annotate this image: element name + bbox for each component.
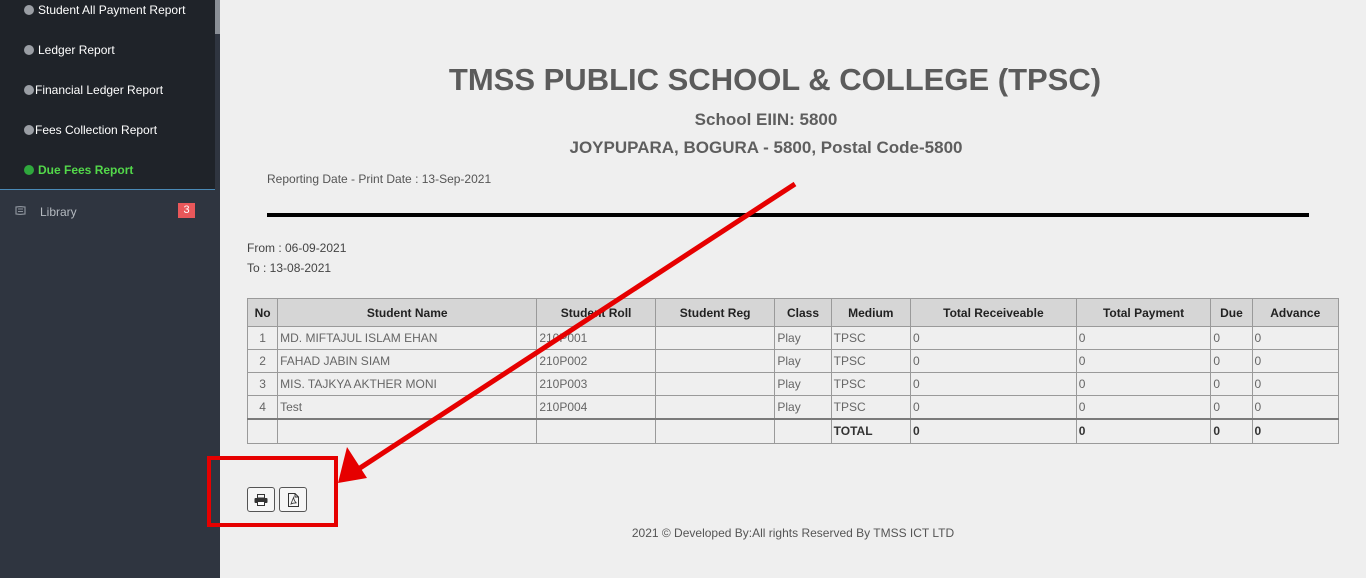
menu-label: Ledger Report — [38, 43, 115, 57]
column-header: Medium — [830, 298, 912, 327]
cell-student-reg — [654, 372, 776, 396]
menu-fees-collection-report[interactable]: Fees Collection Report — [24, 120, 157, 140]
bullet-icon — [24, 85, 34, 95]
cell-student-roll: 210P004 — [536, 395, 656, 420]
cell-advance: 0 — [1251, 395, 1340, 420]
cell-medium: TPSC — [830, 326, 912, 350]
bullet-icon — [24, 165, 34, 175]
sidebar: Student All Payment Report Ledger Report… — [0, 0, 220, 578]
menu-label: Student All Payment Report — [38, 3, 186, 17]
menu-due-fees-report[interactable]: Due Fees Report — [24, 160, 133, 180]
column-header: Total Payment — [1075, 298, 1212, 327]
cell-no: 1 — [246, 326, 279, 350]
date-from: From : 06-09-2021 — [247, 241, 347, 255]
column-header: Student Roll — [536, 298, 656, 327]
cell-empty — [774, 417, 832, 444]
due-fees-table: No Student Name Student Roll Student Reg… — [246, 298, 1340, 444]
bullet-icon — [24, 45, 34, 55]
cell-student-roll: 210P002 — [536, 349, 656, 373]
column-header: Class — [774, 298, 832, 327]
cell-total-payment: 0 — [1075, 372, 1212, 396]
menu-financial-ledger-report[interactable]: Financial Ledger Report — [24, 80, 163, 100]
cell-medium: TPSC — [830, 349, 912, 373]
cell-no: 3 — [246, 372, 279, 396]
column-header: Student Name — [277, 298, 538, 327]
total-receivable: 0 — [910, 417, 1077, 444]
cell-student-roll: 210P003 — [536, 372, 656, 396]
total-advance: 0 — [1251, 417, 1340, 444]
cell-advance: 0 — [1251, 349, 1340, 373]
table-row: 3 MIS. TAJKYA AKTHER MONI 210P003 Play T… — [246, 372, 1340, 396]
cell-class: Play — [774, 395, 832, 420]
highlight-box — [207, 456, 338, 527]
school-eiin: School EIIN: 5800 — [694, 110, 838, 129]
column-header: No — [246, 298, 279, 327]
total-due: 0 — [1210, 417, 1253, 444]
menu-label: Fees Collection Report — [35, 123, 158, 137]
book-icon — [15, 206, 26, 215]
cell-advance: 0 — [1251, 372, 1340, 396]
cell-total-receivable: 0 — [910, 326, 1077, 350]
cell-empty — [246, 417, 279, 444]
cell-empty — [654, 417, 776, 444]
column-header: Student Reg — [654, 298, 776, 327]
cell-empty — [277, 417, 538, 444]
date-to: To : 13-08-2021 — [247, 261, 332, 275]
table-header-row: No Student Name Student Roll Student Reg… — [246, 298, 1340, 327]
menu-label: Financial Ledger Report — [35, 83, 164, 97]
column-header: Advance — [1251, 298, 1340, 327]
cell-total-receivable: 0 — [910, 372, 1077, 396]
cell-student-roll: 210P001 — [536, 326, 656, 350]
menu-divider — [0, 189, 215, 190]
cell-student-reg — [654, 349, 776, 373]
cell-no: 4 — [246, 395, 279, 420]
cell-student-reg — [654, 395, 776, 420]
footer-copyright: 2021 © Developed By:All rights Reserved … — [631, 526, 955, 540]
cell-due: 0 — [1210, 326, 1253, 350]
cell-student-name: MIS. TAJKYA AKTHER MONI — [277, 372, 538, 396]
column-header: Due — [1210, 298, 1253, 327]
cell-empty — [536, 417, 656, 444]
cell-advance: 0 — [1251, 326, 1340, 350]
cell-medium: TPSC — [830, 372, 912, 396]
table-total-row: TOTAL 0 0 0 0 — [246, 417, 1340, 444]
menu-ledger-report[interactable]: Ledger Report — [24, 40, 115, 60]
reporting-date: Reporting Date - Print Date : 13-Sep-202… — [267, 172, 492, 186]
total-label: TOTAL — [830, 417, 912, 444]
cell-total-payment: 0 — [1075, 326, 1212, 350]
cell-no: 2 — [246, 349, 279, 373]
cell-student-name: Test — [277, 395, 538, 420]
sidebar-scrollbar[interactable] — [215, 0, 220, 34]
bullet-icon — [24, 5, 34, 15]
table-row: 2 FAHAD JABIN SIAM 210P002 Play TPSC 0 0… — [246, 349, 1340, 373]
sidebar-item-label: Library — [40, 205, 77, 219]
cell-total-payment: 0 — [1075, 349, 1212, 373]
school-name-title: TMSS PUBLIC SCHOOL & COLLEGE (TPSC) — [448, 62, 1102, 97]
header-divider — [267, 213, 1309, 217]
sidebar-item-library[interactable]: Library 3 — [0, 200, 215, 222]
school-address: JOYPUPARA, BOGURA - 5800, Postal Code-58… — [569, 138, 963, 157]
cell-total-receivable: 0 — [910, 395, 1077, 420]
cell-total-receivable: 0 — [910, 349, 1077, 373]
cell-due: 0 — [1210, 349, 1253, 373]
cell-class: Play — [774, 349, 832, 373]
menu-label: Due Fees Report — [38, 163, 134, 177]
table-row: 4 Test 210P004 Play TPSC 0 0 0 0 — [246, 395, 1340, 420]
cell-total-payment: 0 — [1075, 395, 1212, 420]
cell-student-reg — [654, 326, 776, 350]
cell-due: 0 — [1210, 395, 1253, 420]
cell-medium: TPSC — [830, 395, 912, 420]
cell-due: 0 — [1210, 372, 1253, 396]
cell-class: Play — [774, 326, 832, 350]
bullet-icon — [24, 125, 34, 135]
count-badge: 3 — [178, 203, 195, 218]
cell-student-name: MD. MIFTAJUL ISLAM EHAN — [277, 326, 538, 350]
table-row: 1 MD. MIFTAJUL ISLAM EHAN 210P001 Play T… — [246, 326, 1340, 350]
cell-class: Play — [774, 372, 832, 396]
total-payment: 0 — [1075, 417, 1212, 444]
column-header: Total Receiveable — [910, 298, 1077, 327]
reports-submenu: Student All Payment Report Ledger Report… — [0, 0, 215, 190]
menu-student-all-payment-report[interactable]: Student All Payment Report — [24, 0, 185, 20]
cell-student-name: FAHAD JABIN SIAM — [277, 349, 538, 373]
